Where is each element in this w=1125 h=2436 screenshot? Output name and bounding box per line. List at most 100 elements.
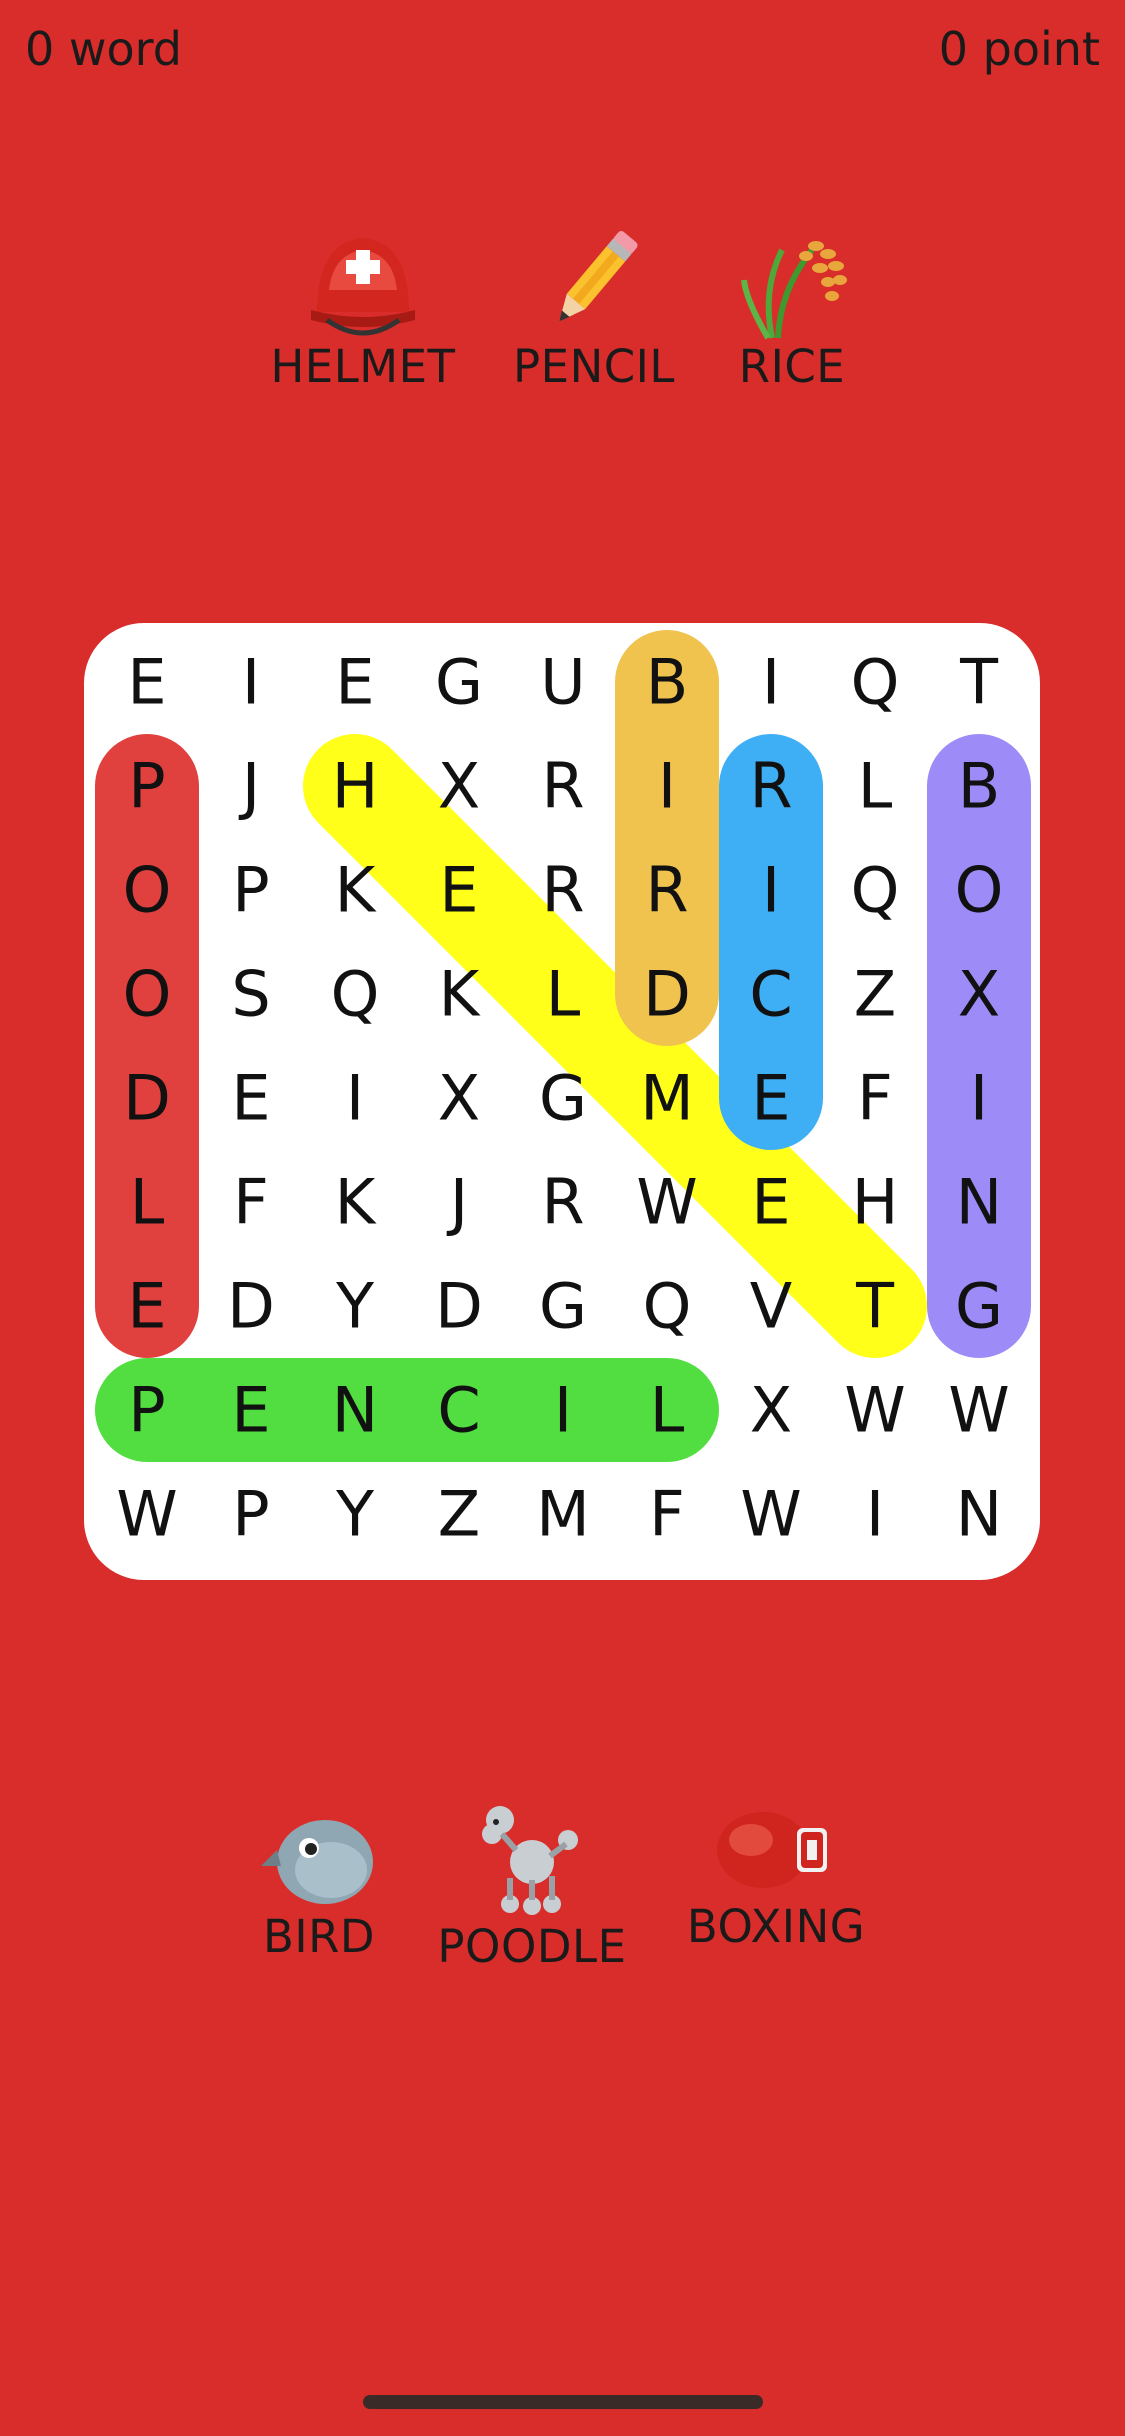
grid-letter[interactable]: Q [851, 854, 900, 927]
pencil-icon [559, 231, 638, 322]
letter-grid[interactable]: E I E G U B I Q TP J H X R I R L BO P K E R R I Q OO S Q K L D C Z XD E I X… [84, 623, 1040, 1580]
grid-letter[interactable]: L [650, 1374, 685, 1447]
grid-letter[interactable]: N [332, 1374, 378, 1447]
grid-letter[interactable]: R [645, 854, 688, 927]
grid-letter[interactable]: X [958, 958, 1000, 1031]
grid-letter[interactable]: E [751, 1062, 790, 1135]
grid-letter[interactable]: E [127, 646, 166, 719]
grid-letter[interactable]: M [536, 1478, 590, 1551]
poodle-icon [482, 1806, 578, 1915]
grid-letter[interactable]: X [438, 750, 480, 823]
grid-letter[interactable]: D [435, 1270, 483, 1343]
grid-letter[interactable]: O [123, 854, 172, 927]
grid-letter[interactable]: L [546, 958, 581, 1031]
rice-plant-icon [741, 241, 847, 340]
grid-letter[interactable]: E [439, 854, 478, 927]
grid-letter[interactable]: F [233, 1166, 269, 1239]
grid-letter[interactable]: M [640, 1062, 694, 1135]
grid-letter[interactable]: E [231, 1062, 270, 1135]
clue-rice[interactable]: RICE [662, 220, 922, 393]
grid-letter[interactable]: I [970, 1062, 988, 1135]
grid-letter[interactable]: Z [854, 958, 896, 1031]
grid-letter[interactable]: C [437, 1374, 480, 1447]
clue-label: POODLE [437, 1920, 627, 1973]
grid-letter[interactable]: D [227, 1270, 275, 1343]
grid-letter[interactable]: Y [335, 1478, 374, 1551]
word-count: 0 word [25, 22, 182, 76]
grid-letter[interactable]: B [646, 646, 689, 719]
grid-letter[interactable]: F [857, 1062, 893, 1135]
grid-letter[interactable]: D [123, 1062, 171, 1135]
grid-letter[interactable]: I [346, 1062, 364, 1135]
word-search-board[interactable]: EIEGUBIQTPJHXRIRLBOPKERRIQOOSQKLDCZXDEIX… [84, 623, 1040, 1580]
grid-letter[interactable]: J [446, 1166, 468, 1239]
grid-letter[interactable]: Z [438, 1478, 480, 1551]
grid-letter[interactable]: L [130, 1166, 165, 1239]
grid-letter[interactable]: W [948, 1374, 1009, 1447]
grid-letter[interactable]: Y [335, 1270, 374, 1343]
grid-letter[interactable]: D [643, 958, 691, 1031]
grid-letter[interactable]: W [636, 1166, 697, 1239]
grid-letter[interactable]: X [438, 1062, 480, 1135]
boxing-glove-icon [717, 1812, 827, 1888]
grid-letter[interactable]: I [866, 1478, 884, 1551]
grid-letter[interactable]: W [740, 1478, 801, 1551]
grid-letter[interactable]: G [539, 1270, 587, 1343]
grid-letter[interactable]: W [844, 1374, 905, 1447]
grid-letter[interactable]: J [238, 750, 260, 823]
grid-letter[interactable]: I [554, 1374, 572, 1447]
grid-letter[interactable]: E [127, 1270, 166, 1343]
grid-letter[interactable]: L [858, 750, 893, 823]
grid-letter[interactable]: G [435, 646, 483, 719]
grid-letter[interactable]: Q [331, 958, 380, 1031]
grid-letter[interactable]: K [439, 958, 481, 1031]
grid-letter[interactable]: W [116, 1478, 177, 1551]
clue-label: HELMET [270, 340, 456, 393]
grid-letter[interactable]: G [955, 1270, 1003, 1343]
home-indicator[interactable] [363, 2395, 763, 2409]
grid-letter[interactable]: H [332, 750, 379, 823]
clue-boxing[interactable]: BOXING [646, 1800, 906, 1953]
clue-poodle[interactable]: POODLE [402, 1800, 662, 1973]
grid-letter[interactable]: K [335, 1166, 377, 1239]
grid-letter[interactable]: B [958, 750, 1001, 823]
grid-letter[interactable]: E [751, 1166, 790, 1239]
clue-label: RICE [738, 340, 846, 393]
grid-letter[interactable]: P [232, 854, 269, 927]
grid-letter[interactable]: G [539, 1062, 587, 1135]
grid-letter[interactable]: R [749, 750, 792, 823]
grid-letter[interactable]: P [232, 1478, 269, 1551]
grid-letter[interactable]: E [231, 1374, 270, 1447]
grid-letter[interactable]: T [959, 646, 999, 719]
grid-letter[interactable]: I [762, 646, 780, 719]
grid-letter[interactable]: N [956, 1166, 1002, 1239]
clue-label: BOXING [686, 1900, 866, 1953]
grid-letter[interactable]: I [762, 854, 780, 927]
grid-letter[interactable]: I [242, 646, 260, 719]
grid-letter[interactable]: U [540, 646, 585, 719]
rescue-helmet-icon [311, 238, 415, 336]
clue-helmet[interactable]: HELMET [233, 220, 493, 393]
grid-letter[interactable]: V [750, 1270, 792, 1343]
grid-letter[interactable]: C [749, 958, 792, 1031]
grid-letter[interactable]: F [649, 1478, 685, 1551]
grid-letter[interactable]: P [128, 1374, 165, 1447]
grid-letter[interactable]: S [231, 958, 270, 1031]
grid-letter[interactable]: K [335, 854, 377, 927]
grid-letter[interactable]: P [128, 750, 165, 823]
grid-letter[interactable]: X [750, 1374, 792, 1447]
grid-letter[interactable]: Q [643, 1270, 692, 1343]
grid-letter[interactable]: R [541, 1166, 584, 1239]
grid-letter[interactable]: R [541, 854, 584, 927]
grid-letter[interactable]: O [123, 958, 172, 1031]
grid-letter[interactable]: I [658, 750, 676, 823]
bird-icon [261, 1820, 373, 1904]
grid-letter[interactable]: Q [851, 646, 900, 719]
grid-letter[interactable]: N [956, 1478, 1002, 1551]
grid-letter[interactable]: O [955, 854, 1004, 927]
grid-letter[interactable]: H [852, 1166, 899, 1239]
grid-letter[interactable]: R [541, 750, 584, 823]
point-count: 0 point [938, 22, 1100, 76]
grid-letter[interactable]: T [855, 1270, 895, 1343]
grid-letter[interactable]: E [335, 646, 374, 719]
